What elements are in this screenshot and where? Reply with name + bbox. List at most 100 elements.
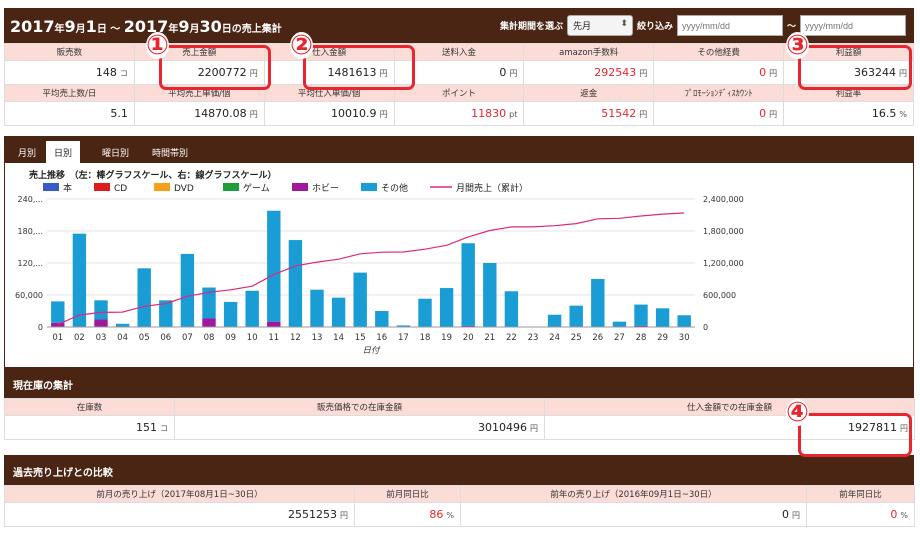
legend-swatch	[292, 183, 308, 191]
x-tick-label: 21	[484, 333, 495, 343]
annotation-box-sales-amount	[159, 45, 271, 90]
stats-header-row-1: 販売数 売上金額 仕入金額 送料入金 amazon手数料 その他経費 利益額	[4, 43, 914, 61]
end-date-input[interactable]	[800, 15, 906, 36]
stat-value-cell: 292543 円	[523, 60, 655, 85]
bar-その他	[245, 290, 259, 327]
x-tick-label: 28	[636, 333, 647, 343]
y-left-tick-label: 60,000	[15, 291, 43, 300]
stat-value-cell: 10010.9 円	[263, 101, 395, 126]
title-year-unit: 年	[54, 24, 65, 35]
stat-header: 返金	[523, 84, 655, 102]
tab-time-of-day[interactable]: 時間帯別	[144, 141, 196, 163]
annotation-number-3: ③	[786, 30, 809, 61]
stat-header: amazon手数料	[523, 43, 655, 61]
start-date-input[interactable]	[676, 15, 783, 36]
stat-unit: 円	[509, 69, 518, 78]
stat-value: 11830	[471, 107, 507, 120]
annotation-box-stock-value	[798, 413, 912, 457]
stat-value: 151	[136, 421, 157, 434]
stat-unit: 円	[769, 69, 778, 78]
stock-value-row: 151 コ 3010496 円 1927811 円	[4, 415, 915, 440]
stat-header: その他経費	[653, 43, 785, 61]
cumulative-sales-line	[57, 212, 685, 325]
y-right-tick-label: 2,400,000	[703, 195, 744, 204]
bar-その他	[375, 311, 389, 327]
stat-value: 5.1	[110, 107, 128, 120]
stat-value: 0	[759, 66, 767, 79]
stat-value: 292543	[594, 66, 637, 79]
stat-value: 2551253	[288, 508, 337, 521]
period-select[interactable]: 先月 ⬍	[566, 15, 633, 36]
legend-label: 月間売上（累計）	[456, 182, 528, 194]
legend-swatch	[361, 183, 377, 191]
stat-value: 51542	[601, 107, 637, 120]
stat-value-cell: 51542 円	[523, 101, 655, 126]
x-tick-label: 25	[571, 333, 582, 343]
legend-label: DVD	[174, 184, 194, 194]
annotation-number-1: ①	[146, 30, 169, 61]
legend-swatch	[43, 183, 59, 191]
bar-その他	[137, 268, 151, 327]
tab-monthly[interactable]: 月別	[10, 141, 44, 163]
annotation-box-purchase-amount	[303, 45, 415, 90]
past-header: 前年の売り上げ（2016年09月1日~30日）	[460, 485, 807, 503]
x-tick-label: 14	[333, 333, 344, 343]
stat-header: 販売数	[4, 43, 135, 61]
x-tick-label: 22	[506, 333, 517, 343]
stats-header-row-2: 平均売上数/日 平均売上単価/個 平均仕入単価/個 ポイント 返金 ﾌﾟﾛﾓｰｼ…	[4, 84, 914, 102]
stock-header: 販売価格での在庫金額	[174, 398, 545, 416]
legend-label: ゲーム	[243, 182, 270, 194]
tab-daily[interactable]: 日別	[46, 141, 81, 163]
stat-value-cell: 151 コ	[4, 415, 175, 440]
bar-その他	[591, 279, 605, 327]
stock-table: 在庫数 販売価格での在庫金額 仕入金額での在庫金額 151 コ 3010496 円 19…	[4, 398, 915, 440]
legend-swatch	[154, 183, 170, 191]
x-tick-label: 08	[204, 333, 215, 343]
stat-unit: コ	[119, 69, 128, 78]
past-header-row: 前月の売り上げ（2017年08月1日~30日） 前月同日比 前年の売り上げ（20…	[4, 485, 915, 503]
stat-value: 16.5	[871, 107, 897, 120]
bar-その他	[547, 314, 562, 327]
annotation-box-profit	[798, 45, 912, 90]
bar-その他	[634, 304, 648, 326]
x-tick-label: 26	[592, 333, 603, 343]
stat-value: 0	[782, 508, 789, 521]
y-left-tick-label: 240,...	[18, 195, 43, 204]
stat-value: 0	[499, 66, 507, 79]
bar-ホビー	[51, 322, 65, 327]
bar-その他	[223, 301, 238, 327]
x-tick-label: 12	[290, 333, 301, 343]
stat-value-cell: 148 コ	[4, 60, 135, 85]
legend-label: 本	[63, 182, 72, 194]
annotation-number-2: ②	[290, 30, 313, 61]
tab-weekday[interactable]: 曜日別	[94, 141, 137, 163]
stat-unit: 円	[379, 110, 388, 119]
bar-その他	[51, 301, 65, 323]
stat-unit: 円	[769, 110, 778, 119]
title-day-unit: 日	[96, 24, 107, 35]
bar-ホビー	[94, 319, 108, 327]
bar-その他	[72, 233, 87, 327]
x-tick-label: 02	[74, 333, 85, 343]
legend-label: その他	[381, 182, 408, 194]
y-right-tick-label: 1,800,000	[703, 227, 744, 236]
past-value-row: 2551253 円 86% 0 円 0%	[4, 502, 915, 527]
bar-その他	[504, 291, 519, 327]
y-right-tick-label: 0	[703, 323, 708, 332]
stat-header: 平均売上数/日	[4, 84, 135, 102]
title-start-day: 1	[85, 17, 97, 36]
title-start-month: 9	[64, 17, 76, 36]
x-tick-label: 06	[160, 333, 171, 343]
title-suffix: の売上集計	[231, 24, 282, 35]
x-tick-label: 01	[52, 333, 63, 343]
stat-value: 10010.9	[331, 107, 377, 120]
stat-header: ﾌﾟﾛﾓｰｼｮﾝﾃﾞｨｽｶｳﾝﾄ	[653, 84, 785, 102]
summary-stats-table: 販売数 売上金額 仕入金額 送料入金 amazon手数料 その他経費 利益額 1…	[4, 43, 914, 126]
past-header: 前年同日比	[806, 485, 915, 503]
bar-その他	[94, 300, 108, 320]
stat-value: 0	[759, 107, 767, 120]
x-tick-label: 03	[96, 333, 107, 343]
bar-ホビー	[267, 321, 281, 327]
x-tick-label: 29	[657, 333, 668, 343]
title-year: 2017	[10, 17, 55, 36]
